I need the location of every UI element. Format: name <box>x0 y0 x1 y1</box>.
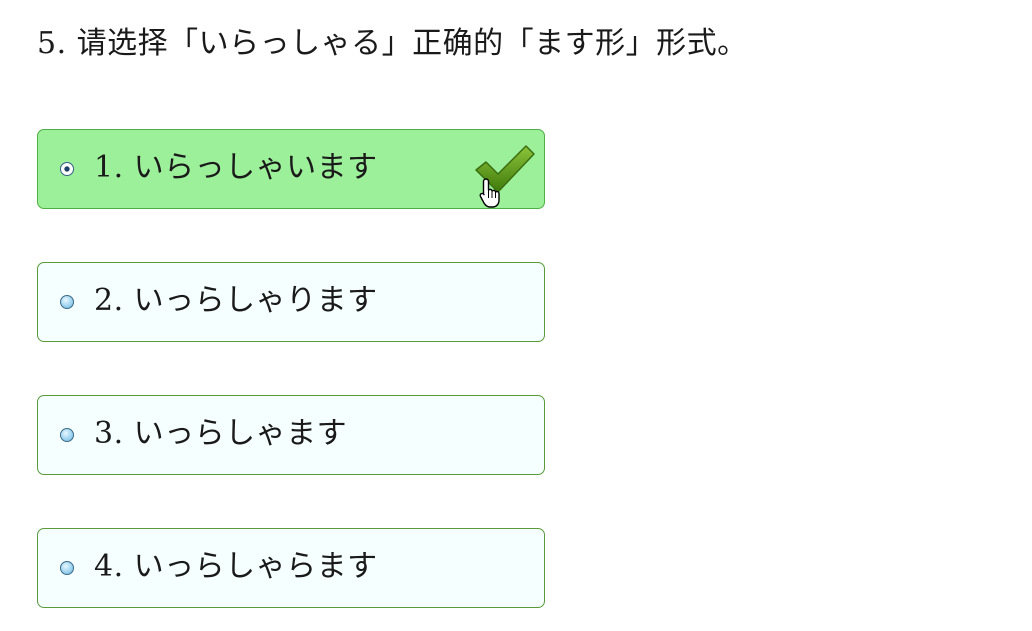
options-list: 1. いらっしゃいます 2. いっらしゃります 3. いっらしゃます 4. いっ… <box>37 129 545 608</box>
question-text: 5. 请选择「いらっしゃる」正确的「ます形」形式。 <box>37 26 748 61</box>
option-2[interactable]: 2. いっらしゃります <box>37 262 545 342</box>
option-3[interactable]: 3. いっらしゃます <box>37 395 545 475</box>
radio-button[interactable] <box>60 295 74 309</box>
option-label: 1. いらっしゃいます <box>94 150 378 186</box>
radio-button[interactable] <box>60 561 74 575</box>
quiz-page: 5. 请选择「いらっしゃる」正确的「ます形」形式。 1. いらっしゃいます 2.… <box>0 0 1032 631</box>
option-4[interactable]: 4. いっらしゃらます <box>37 528 545 608</box>
hand-pointer-cursor-icon <box>479 178 500 208</box>
option-label: 4. いっらしゃらます <box>94 549 378 585</box>
option-1[interactable]: 1. いらっしゃいます <box>37 129 545 209</box>
option-label: 3. いっらしゃます <box>94 416 348 452</box>
radio-button-selected[interactable] <box>60 162 74 176</box>
option-label: 2. いっらしゃります <box>94 283 378 319</box>
radio-button[interactable] <box>60 428 74 442</box>
